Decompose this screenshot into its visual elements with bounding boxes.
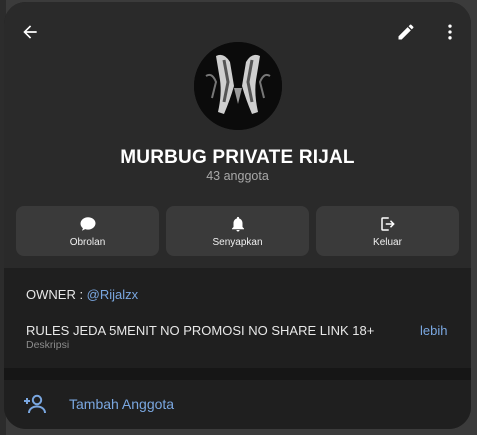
owner-line: OWNER : @Rijalzx xyxy=(26,287,138,302)
add-member-label: Tambah Anggota xyxy=(69,396,175,412)
bell-icon xyxy=(231,216,244,231)
owner-handle-link[interactable]: @Rijalzx xyxy=(87,287,138,302)
group-info-sheet: MURBUG PRIVATE RIJAL 43 anggota Obrolan … xyxy=(4,2,471,429)
chat-button[interactable]: Obrolan xyxy=(16,206,159,256)
description-caption: Deskripsi xyxy=(26,339,70,351)
description-fade xyxy=(376,320,416,340)
mute-button[interactable]: Senyapkan xyxy=(166,206,309,256)
group-header: MURBUG PRIVATE RIJAL 43 anggota Obrolan … xyxy=(4,2,471,268)
arrow-left-icon xyxy=(23,25,37,39)
leave-button[interactable]: Keluar xyxy=(316,206,459,256)
more-options-button[interactable] xyxy=(434,16,466,48)
avatar-artwork xyxy=(194,42,282,130)
group-info-section: OWNER : @Rijalzx RULES JEDA 5MENIT NO PR… xyxy=(4,268,471,368)
description-text: RULES JEDA 5MENIT NO PROMOSI NO SHARE LI… xyxy=(26,323,375,338)
group-name: MURBUG PRIVATE RIJAL xyxy=(120,147,355,168)
more-vertical-icon xyxy=(448,24,452,40)
chat-bubble-icon xyxy=(80,216,95,231)
mute-button-label: Senyapkan xyxy=(212,236,263,248)
owner-prefix: OWNER : xyxy=(26,287,87,302)
leave-button-label: Keluar xyxy=(373,236,402,248)
read-more-link[interactable]: lebih xyxy=(420,323,447,338)
add-person-icon xyxy=(24,394,46,414)
chat-button-label: Obrolan xyxy=(69,236,106,248)
add-member-button[interactable]: Tambah Anggota xyxy=(4,380,471,429)
back-button[interactable] xyxy=(14,16,46,48)
edit-button[interactable] xyxy=(390,16,422,48)
member-count: 43 anggota xyxy=(206,169,269,183)
group-avatar[interactable] xyxy=(194,42,282,130)
section-divider xyxy=(4,368,471,380)
pencil-icon xyxy=(398,24,414,40)
logout-icon xyxy=(380,216,395,231)
